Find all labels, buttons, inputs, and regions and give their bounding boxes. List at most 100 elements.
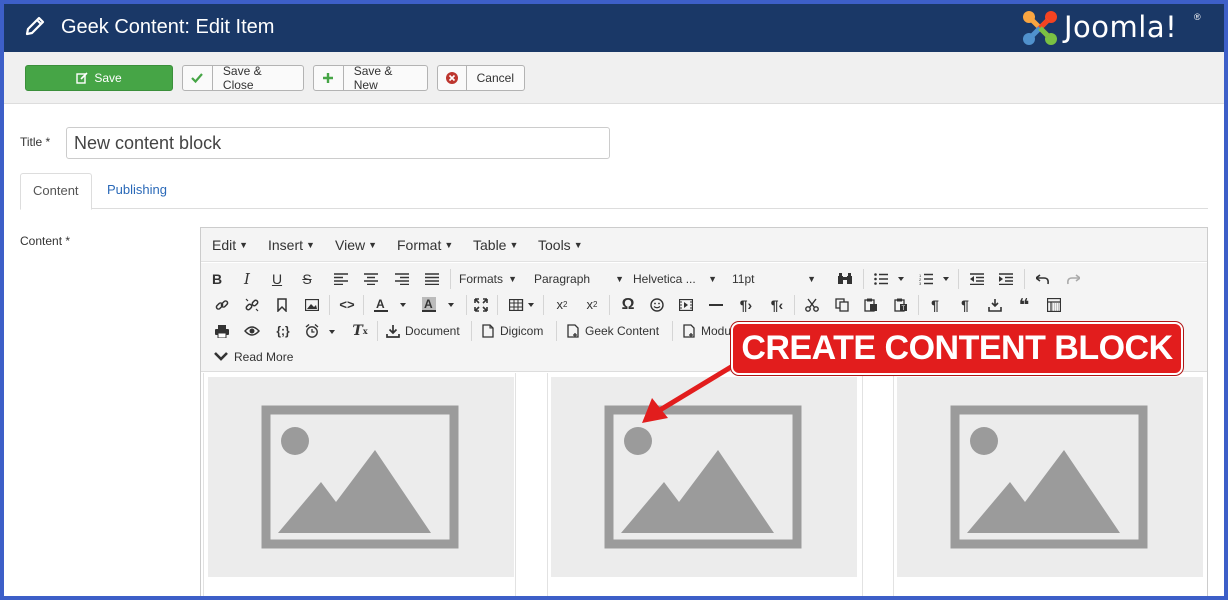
code-icon[interactable]: <> — [338, 295, 356, 315]
caret-down-icon: ▼ — [509, 240, 519, 250]
caret-down-icon: ▼ — [508, 274, 517, 284]
editor-menubar: Edit ▼ Insert ▼ View ▼ Format ▼ Table ▼ Tools… — [201, 228, 1207, 262]
toolbar-separator — [863, 269, 864, 289]
table-icon[interactable] — [508, 295, 538, 315]
svg-text:T: T — [902, 306, 906, 312]
image-placeholder — [551, 377, 857, 577]
numbered-list-icon[interactable]: 123 — [918, 269, 950, 289]
indent-icon[interactable] — [998, 269, 1014, 289]
font-family-dropdown[interactable]: Helvetica ... ▼ — [633, 269, 717, 289]
menu-insert[interactable]: Insert ▼ — [268, 237, 315, 253]
underline-icon[interactable]: U — [269, 269, 285, 289]
tab-content[interactable]: Content — [20, 173, 92, 210]
caret-down-icon: ▼ — [807, 274, 816, 284]
formats-dropdown[interactable]: Formats ▼ — [459, 269, 517, 289]
visual-chars-icon[interactable]: ¶ — [957, 295, 973, 315]
bold-icon[interactable]: B — [209, 269, 225, 289]
outdent-icon[interactable] — [969, 269, 985, 289]
read-more-button[interactable]: Read More — [214, 347, 293, 367]
alarm-clock-icon[interactable] — [304, 321, 340, 341]
toolbar-separator — [497, 295, 498, 315]
toolbar-separator — [466, 295, 467, 315]
save-close-button[interactable]: Save & Close — [182, 64, 304, 92]
title-label: Title * — [20, 135, 51, 149]
horizontal-rule-icon[interactable] — [708, 295, 724, 315]
tab-bar: Content Publishing — [20, 173, 1208, 210]
content-label: Content * — [20, 234, 71, 248]
strikethrough-icon[interactable]: S — [299, 269, 315, 289]
toolbar-separator — [543, 295, 544, 315]
save-new-button[interactable]: Save & New — [313, 64, 428, 92]
redo-icon[interactable] — [1065, 269, 1081, 289]
menu-view[interactable]: View ▼ — [335, 237, 377, 253]
paste-icon[interactable] — [863, 295, 879, 315]
italic-icon[interactable]: I — [239, 269, 255, 289]
svg-text:3: 3 — [919, 281, 922, 285]
content-column — [203, 373, 516, 596]
align-justify-icon[interactable] — [424, 269, 440, 289]
image-placeholder — [208, 377, 514, 577]
document-plugin-button[interactable]: Document — [386, 321, 460, 341]
tab-publishing[interactable]: Publishing — [95, 173, 179, 209]
content-column — [893, 373, 1207, 596]
clear-formatting-icon[interactable]: Tx — [351, 321, 369, 341]
geek-content-plugin-button[interactable]: Geek Content — [566, 321, 659, 341]
toolbar-separator — [958, 269, 959, 289]
editor-content-area[interactable] — [201, 373, 1207, 596]
undo-icon[interactable] — [1035, 269, 1051, 289]
print-icon[interactable] — [214, 321, 230, 341]
font-size-dropdown[interactable]: 11pt ▼ — [732, 269, 816, 289]
preview-icon[interactable] — [244, 321, 260, 341]
blockquote-icon[interactable]: ❝ — [1016, 295, 1032, 315]
unlink-icon[interactable] — [244, 295, 260, 315]
insert-datetime-icon[interactable] — [987, 295, 1003, 315]
toolbar-separator — [609, 295, 610, 315]
annotation-callout: CREATE CONTENT BLOCK — [731, 322, 1183, 375]
joomla-logo-icon — [1023, 11, 1057, 45]
text-color-icon[interactable]: A — [373, 295, 411, 315]
cancel-button[interactable]: Cancel — [437, 65, 525, 91]
menu-format[interactable]: Format ▼ — [397, 237, 453, 253]
media-icon[interactable] — [678, 295, 694, 315]
cut-icon[interactable] — [804, 295, 820, 315]
align-left-icon[interactable] — [333, 269, 349, 289]
paste-text-icon[interactable]: T — [893, 295, 909, 315]
subscript-icon[interactable]: x2 — [553, 295, 571, 315]
add-document-icon — [567, 324, 579, 338]
find-replace-icon[interactable] — [837, 269, 853, 289]
superscript-icon[interactable]: x2 — [583, 295, 601, 315]
menu-tools[interactable]: Tools ▼ — [538, 237, 583, 253]
registered-mark: ® — [1194, 12, 1201, 22]
variables-icon[interactable]: {;} — [273, 321, 293, 341]
align-right-icon[interactable] — [394, 269, 410, 289]
action-toolbar: Save Save & Close Save & New Cancel — [4, 52, 1224, 104]
digicom-plugin-button[interactable]: Digicom — [481, 321, 543, 341]
title-input[interactable]: New content block — [66, 127, 610, 159]
template-icon[interactable] — [1046, 295, 1062, 315]
show-blocks-icon[interactable]: ¶ — [927, 295, 943, 315]
toolbar-separator — [377, 321, 378, 341]
rtl-icon[interactable]: ¶‹ — [768, 295, 786, 315]
anchor-icon[interactable] — [274, 295, 290, 315]
image-icon[interactable] — [304, 295, 320, 315]
block-format-dropdown[interactable]: Paragraph ▼ — [534, 269, 624, 289]
save-button[interactable]: Save — [25, 65, 173, 91]
background-color-icon[interactable]: A — [421, 295, 459, 315]
toolbar-separator — [794, 295, 795, 315]
special-char-icon[interactable]: Ω — [619, 295, 637, 315]
module-plugin-button[interactable]: Modu — [682, 321, 731, 341]
toolbar-separator — [450, 269, 451, 289]
bullet-list-icon[interactable] — [873, 269, 905, 289]
fullscreen-icon[interactable] — [473, 295, 489, 315]
align-center-icon[interactable] — [363, 269, 379, 289]
copy-icon[interactable] — [834, 295, 850, 315]
emoticons-icon[interactable] — [649, 295, 665, 315]
menu-edit[interactable]: Edit ▼ — [212, 237, 248, 253]
menu-table[interactable]: Table ▼ — [473, 237, 518, 253]
save-label: Save — [94, 71, 122, 85]
content-column — [547, 373, 863, 596]
toolbar-separator — [918, 295, 919, 315]
link-icon[interactable] — [214, 295, 230, 315]
ltr-icon[interactable]: ¶› — [737, 295, 755, 315]
page-title: Geek Content: Edit Item — [61, 16, 275, 38]
